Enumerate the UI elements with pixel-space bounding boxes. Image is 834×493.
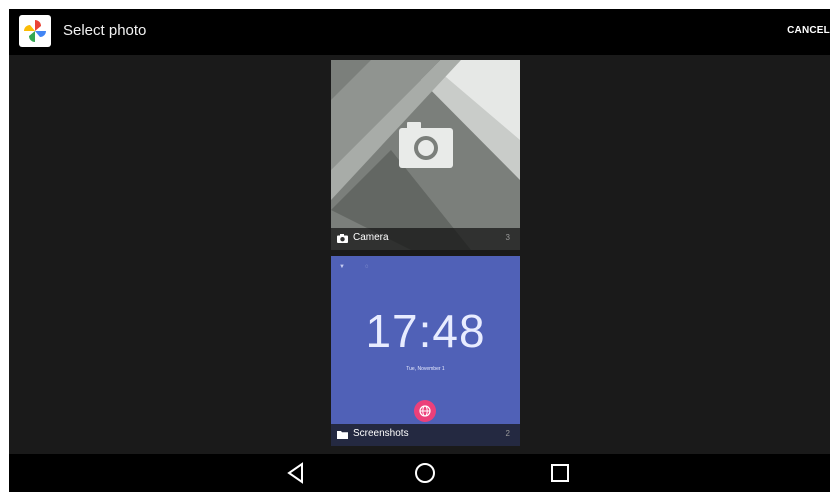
action-bar: Select photo CANCEL — [9, 9, 830, 55]
lockscreen-fab — [414, 400, 436, 422]
navigation-bar — [9, 454, 830, 492]
album-screenshots[interactable]: ▼ ◌ 17:48 Tue, November 1 Screenshots 2 — [331, 256, 520, 446]
globe-icon — [419, 405, 431, 417]
folder-icon — [337, 431, 348, 439]
lockscreen-date: Tue, November 1 — [406, 366, 445, 372]
home-circle-icon[interactable] — [414, 462, 436, 484]
album-footer: Camera 3 — [331, 228, 520, 250]
recents-square-icon[interactable] — [549, 462, 571, 484]
back-triangle-icon[interactable] — [286, 462, 306, 484]
album-footer: Screenshots 2 — [331, 424, 520, 446]
camera-album-thumbnail — [331, 60, 520, 250]
album-count: 3 — [505, 233, 510, 242]
page-title: Select photo — [63, 22, 147, 39]
album-camera[interactable]: Camera 3 — [331, 60, 520, 250]
camera-icon — [337, 234, 348, 243]
album-name: Camera — [353, 232, 389, 243]
photo-picker-screen: Select photo CANCEL Camera 3 ▼ ◌ 17:48 T… — [9, 9, 830, 492]
lockscreen-clock: 17:48 — [365, 305, 486, 357]
status-icon: ▼ — [339, 264, 345, 270]
cancel-button[interactable]: CANCEL — [787, 25, 830, 36]
album-name: Screenshots — [353, 428, 409, 439]
album-count: 2 — [505, 429, 510, 438]
status-icon: ◌ — [365, 264, 369, 270]
photos-app-icon — [19, 15, 51, 47]
